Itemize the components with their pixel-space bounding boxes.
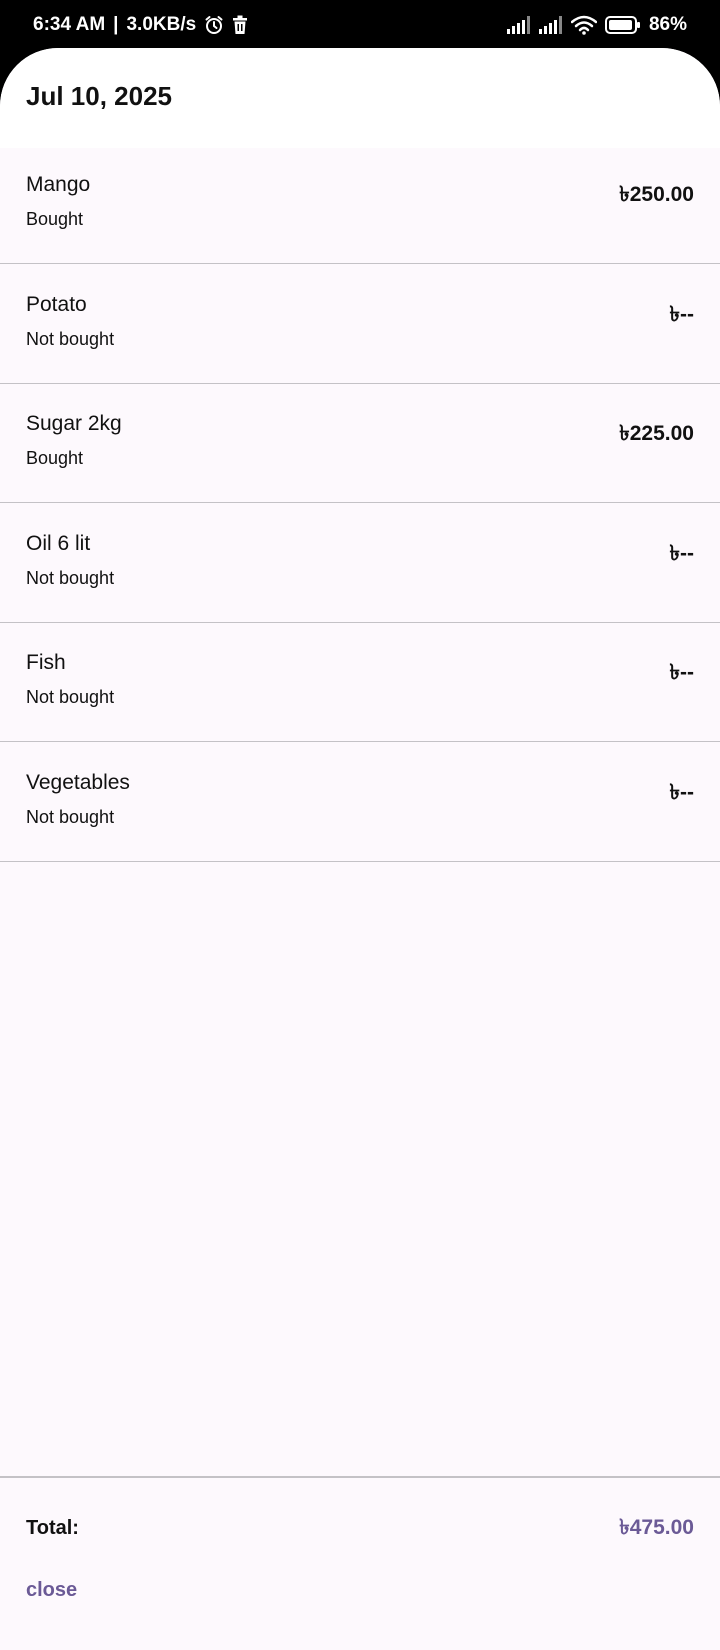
signal-icon bbox=[538, 16, 563, 34]
close-button[interactable]: close bbox=[26, 1579, 77, 1602]
status-left: 6:34 AM | 3.0KB/s bbox=[33, 14, 248, 36]
bottom-sheet: Jul 10, 2025 Mango Bought ৳250.00 Potato… bbox=[0, 48, 720, 1650]
item-name: Vegetables bbox=[26, 770, 130, 794]
list-item[interactable]: Oil 6 lit Not bought ৳-- bbox=[0, 503, 720, 623]
item-status: Not bought bbox=[26, 328, 115, 349]
signal-icon bbox=[506, 16, 531, 34]
item-texts: Fish Not bought bbox=[26, 651, 114, 708]
battery-icon bbox=[604, 16, 641, 34]
item-status: Not bought bbox=[26, 567, 115, 588]
wifi-icon bbox=[570, 15, 597, 35]
list-item[interactable]: Fish Not bought ৳-- bbox=[0, 623, 720, 742]
total-value: ৳475.00 bbox=[619, 1515, 694, 1539]
trash-icon bbox=[232, 15, 248, 35]
item-texts: Mango Bought bbox=[26, 173, 90, 230]
item-price: ৳-- bbox=[669, 302, 694, 326]
item-price: ৳-- bbox=[669, 541, 694, 565]
item-status: Not bought bbox=[26, 806, 115, 827]
status-right: 86% bbox=[506, 14, 687, 36]
status-separator: | bbox=[113, 14, 119, 35]
item-texts: Potato Not bought bbox=[26, 293, 114, 350]
item-price: ৳250.00 bbox=[619, 183, 694, 206]
item-list: Mango Bought ৳250.00 Potato Not bought ৳… bbox=[0, 144, 720, 862]
item-name: Sugar 2kg bbox=[26, 412, 122, 436]
item-price: ৳-- bbox=[669, 661, 694, 685]
status-network-speed: 3.0KB/s bbox=[126, 14, 197, 35]
list-item[interactable]: Vegetables Not bought ৳-- bbox=[0, 742, 720, 862]
item-texts: Vegetables Not bought bbox=[26, 771, 130, 828]
battery-percent: 86% bbox=[648, 14, 687, 35]
item-status: Bought bbox=[26, 448, 84, 469]
item-name: Fish bbox=[26, 651, 66, 675]
item-name: Oil 6 lit bbox=[26, 531, 91, 555]
status-time: 6:34 AM bbox=[33, 14, 106, 35]
item-price: ৳-- bbox=[669, 780, 694, 804]
sheet-title: Jul 10, 2025 bbox=[26, 80, 172, 111]
item-texts: Oil 6 lit Not bought bbox=[26, 532, 114, 589]
item-texts: Sugar 2kg Bought bbox=[26, 412, 122, 469]
total-row: Total: ৳475.00 bbox=[0, 1484, 720, 1572]
list-item[interactable]: Potato Not bought ৳-- bbox=[0, 264, 720, 384]
item-status: Not bought bbox=[26, 687, 115, 708]
list-item[interactable]: Mango Bought ৳250.00 bbox=[0, 144, 720, 264]
list-item[interactable]: Sugar 2kg Bought ৳225.00 bbox=[0, 384, 720, 503]
alarm-icon bbox=[204, 15, 224, 35]
footer-divider bbox=[0, 1476, 720, 1478]
item-status: Bought bbox=[26, 209, 84, 229]
item-price: ৳225.00 bbox=[619, 422, 694, 446]
total-label: Total: bbox=[26, 1516, 79, 1539]
item-name: Potato bbox=[26, 292, 87, 316]
status-bar: 6:34 AM | 3.0KB/s 86% bbox=[0, 0, 720, 50]
sheet-header: Jul 10, 2025 bbox=[0, 48, 720, 148]
item-name: Mango bbox=[26, 173, 91, 196]
